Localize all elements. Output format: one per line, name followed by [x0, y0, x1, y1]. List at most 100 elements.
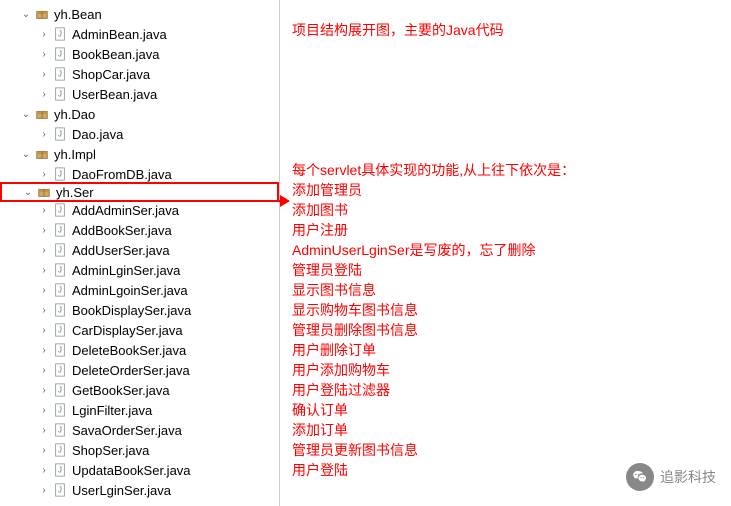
expand-toggle-icon[interactable]: ⌄	[18, 149, 34, 160]
expand-toggle-icon[interactable]: ›	[36, 405, 52, 416]
expand-toggle-icon[interactable]: ›	[36, 225, 52, 236]
java-file[interactable]: › J BookBean.java	[0, 44, 279, 64]
package-yh-impl[interactable]: ⌄ yh.Impl	[0, 144, 279, 164]
watermark-text: 追影科技	[660, 467, 716, 487]
java-file-icon: J	[52, 262, 68, 278]
file-label: SavaOrderSer.java	[72, 423, 182, 438]
file-label: ShopSer.java	[72, 443, 149, 458]
expand-toggle-icon[interactable]: ›	[36, 385, 52, 396]
java-file-icon: J	[52, 126, 68, 142]
java-file-icon: J	[52, 462, 68, 478]
file-label: CarDisplaySer.java	[72, 323, 183, 338]
svg-text:J: J	[58, 326, 62, 335]
svg-text:J: J	[58, 406, 62, 415]
package-yh-bean[interactable]: ⌄ yh.Bean	[0, 4, 279, 24]
expand-toggle-icon[interactable]: ›	[36, 345, 52, 356]
expand-toggle-icon[interactable]: ⌄	[18, 109, 34, 120]
file-label: AdminBean.java	[72, 27, 167, 42]
expand-toggle-icon[interactable]: ›	[36, 29, 52, 40]
package-icon	[36, 184, 52, 200]
wechat-icon	[626, 463, 654, 491]
java-file[interactable]: ›J UserBean.java	[0, 84, 279, 104]
expand-toggle-icon[interactable]: ›	[36, 285, 52, 296]
java-file[interactable]: › J Dao.java	[0, 124, 279, 144]
java-file-icon: J	[52, 302, 68, 318]
java-file[interactable]: › J AddAdminSer.java	[0, 200, 279, 220]
svg-text:J: J	[58, 226, 62, 235]
package-label: yh.Bean	[54, 7, 102, 22]
expand-toggle-icon[interactable]: ⌄	[20, 187, 36, 198]
file-label: UserBean.java	[72, 87, 157, 102]
file-label: AddAdminSer.java	[72, 203, 179, 218]
package-icon	[34, 146, 50, 162]
java-file[interactable]: ›JGetBookSer.java	[0, 380, 279, 400]
java-file[interactable]: ›JDeleteOrderSer.java	[0, 360, 279, 380]
java-file[interactable]: ›JUpdataBookSer.java	[0, 460, 279, 480]
java-file[interactable]: ›J ShopCar.java	[0, 64, 279, 84]
expand-toggle-icon[interactable]: ⌄	[18, 9, 34, 20]
svg-text:J: J	[58, 50, 62, 59]
expand-toggle-icon[interactable]: ›	[36, 205, 52, 216]
java-file-icon: J	[52, 86, 68, 102]
svg-text:J: J	[58, 206, 62, 215]
java-file[interactable]: ›JAdminBean.java	[0, 24, 279, 44]
svg-text:J: J	[58, 486, 62, 495]
package-label: yh.Impl	[54, 147, 96, 162]
file-label: Dao.java	[72, 127, 123, 142]
watermark: 追影科技	[626, 463, 716, 491]
annotation-top: 项目结构展开图，主要的Java代码	[292, 20, 719, 40]
svg-text:J: J	[58, 130, 62, 139]
java-file[interactable]: › J CarDisplaySer.java	[0, 320, 279, 340]
expand-toggle-icon[interactable]: ›	[36, 169, 52, 180]
annotation-line: 添加订单	[292, 420, 719, 440]
expand-toggle-icon[interactable]: ›	[36, 365, 52, 376]
java-file-icon: J	[52, 442, 68, 458]
svg-text:J: J	[58, 246, 62, 255]
expand-toggle-icon[interactable]: ›	[36, 129, 52, 140]
svg-text:J: J	[58, 446, 62, 455]
svg-text:J: J	[58, 366, 62, 375]
expand-toggle-icon[interactable]: ›	[36, 245, 52, 256]
annotation-line: 添加图书	[292, 200, 719, 220]
java-file[interactable]: ›JDeleteBookSer.java	[0, 340, 279, 360]
java-file[interactable]: ›JAddUserSer.java	[0, 240, 279, 260]
svg-text:J: J	[58, 426, 62, 435]
java-file-icon: J	[52, 222, 68, 238]
annotation-line: 显示图书信息	[292, 280, 719, 300]
expand-toggle-icon[interactable]: ›	[36, 485, 52, 496]
package-yh-ser[interactable]: ⌄ yh.Ser	[0, 182, 279, 202]
file-label: ShopCar.java	[72, 67, 150, 82]
svg-text:J: J	[58, 306, 62, 315]
annotation-line: 管理员登陆	[292, 260, 719, 280]
file-label: LginFilter.java	[72, 403, 152, 418]
expand-toggle-icon[interactable]: ›	[36, 325, 52, 336]
package-label: yh.Dao	[54, 107, 95, 122]
expand-toggle-icon[interactable]: ›	[36, 89, 52, 100]
package-icon	[34, 106, 50, 122]
java-file[interactable]: ›JUserLginSer.java	[0, 480, 279, 500]
java-file[interactable]: › J LginFilter.java	[0, 400, 279, 420]
expand-toggle-icon[interactable]: ›	[36, 445, 52, 456]
expand-toggle-icon[interactable]: ›	[36, 425, 52, 436]
java-file[interactable]: ›JBookDisplaySer.java	[0, 300, 279, 320]
annotation-servlet-header: 每个servlet具体实现的功能,从上往下依次是：	[292, 160, 719, 180]
annotation-line: AdminUserLginSer是写废的，忘了删除	[292, 240, 719, 260]
expand-toggle-icon[interactable]: ›	[36, 305, 52, 316]
svg-text:J: J	[58, 386, 62, 395]
expand-toggle-icon[interactable]: ›	[36, 465, 52, 476]
java-file-icon: J	[52, 66, 68, 82]
java-file[interactable]: ›J AdminLginSer.java	[0, 260, 279, 280]
java-file[interactable]: ›JAddBookSer.java	[0, 220, 279, 240]
file-label: BookBean.java	[72, 47, 159, 62]
java-file[interactable]: ›JDaoFromDB.java	[0, 164, 279, 184]
expand-toggle-icon[interactable]: ›	[36, 265, 52, 276]
java-file-icon: J	[52, 166, 68, 182]
java-file[interactable]: ›JAdminLgoinSer.java	[0, 280, 279, 300]
package-yh-dao[interactable]: ⌄ yh.Dao	[0, 104, 279, 124]
expand-toggle-icon[interactable]: ›	[36, 69, 52, 80]
java-file[interactable]: › J SavaOrderSer.java	[0, 420, 279, 440]
annotation-panel: 项目结构展开图，主要的Java代码 每个servlet具体实现的功能,从上往下依…	[280, 0, 731, 506]
file-label: AdminLginSer.java	[72, 263, 180, 278]
expand-toggle-icon[interactable]: ›	[36, 49, 52, 60]
java-file[interactable]: › J ShopSer.java	[0, 440, 279, 460]
